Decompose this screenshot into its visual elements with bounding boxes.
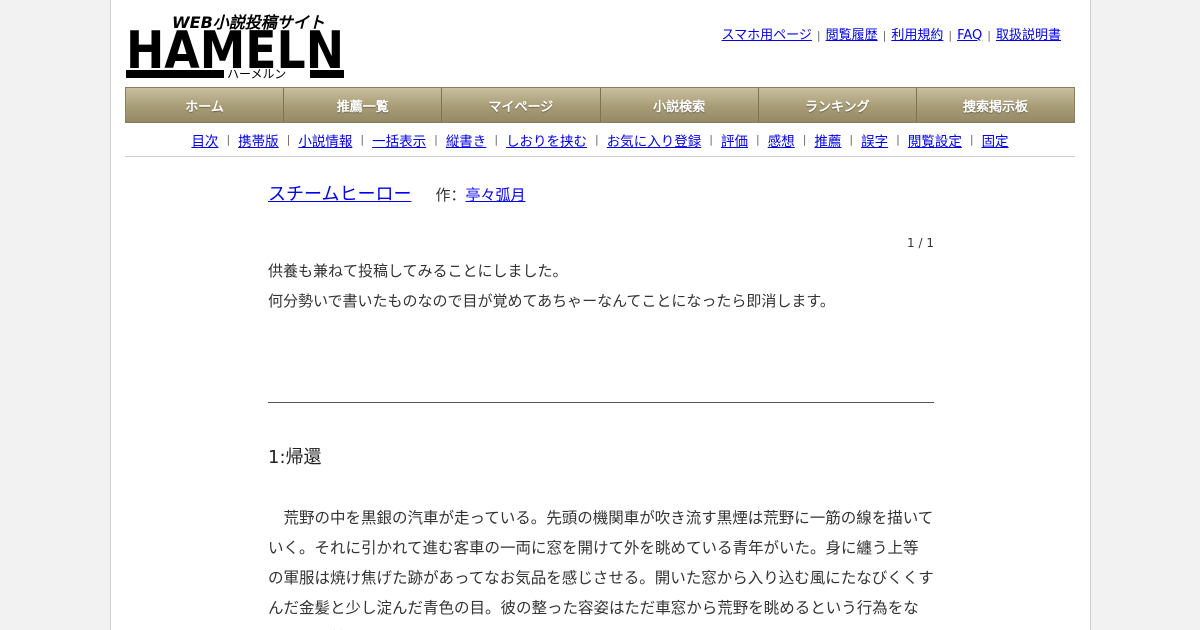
title-row: スチームヒーロー 作： 亭々弧月: [268, 180, 934, 216]
subnav-show-all[interactable]: 一括表示: [372, 130, 426, 150]
subnav-vertical[interactable]: 縦書き: [446, 130, 487, 150]
subnav-typo[interactable]: 誤字: [861, 130, 888, 150]
page-count: 1 / 1: [907, 236, 934, 250]
page-container: WEB小説投稿サイト HAMELN ハーメルン スマホ用ページ | 閲覧履歴 | 利用規…: [110, 0, 1091, 630]
chapter-body: 荒野の中を黒銀の汽車が走っている。先頭の機関車が吹き流す黒煙は荒野に一筋の線を描…: [268, 503, 934, 630]
main-nav: ホーム 推薦一覧 マイページ 小説検索 ランキング 捜索掲示板: [125, 87, 1075, 123]
chapter-title: 1:帰還: [268, 447, 322, 468]
subnav-comments[interactable]: 感想: [768, 130, 795, 150]
subnav-mobile[interactable]: 携帯版: [238, 130, 279, 150]
sub-nav: 目次 | 携帯版 | 小説情報 | 一括表示 | 縦書き | しおりを挟む | お気に入り登…: [125, 123, 1075, 157]
subnav-recommend[interactable]: 推薦: [814, 130, 841, 150]
preface: 供養も兼ねて投稿してみることにしました。 何分勢いで書いたものなので目が覚めてあ…: [268, 256, 934, 316]
link-terms[interactable]: 利用規約: [891, 28, 943, 43]
preface-line: 供養も兼ねて投稿してみることにしました。: [268, 262, 568, 280]
subnav-pin[interactable]: 固定: [982, 130, 1009, 150]
subnav-bookmark[interactable]: しおりを挟む: [506, 130, 587, 150]
link-smartphone-page[interactable]: スマホ用ページ: [722, 28, 812, 43]
logo-kana: ハーメルン: [227, 67, 286, 80]
body-paragraph: 荒野の中を黒銀の汽車が走っている。先頭の機関車が吹き流す黒煙は荒野に一筋の線を描…: [268, 509, 934, 630]
top-links: スマホ用ページ | 閲覧履歴 | 利用規約 | FAQ | 取扱説明書: [721, 28, 1061, 43]
subnav-toc[interactable]: 目次: [191, 130, 218, 150]
nav-novel-search[interactable]: 小説検索: [600, 88, 759, 122]
nav-ranking[interactable]: ランキング: [758, 88, 917, 122]
link-history[interactable]: 閲覧履歴: [826, 28, 878, 43]
nav-recommendations[interactable]: 推薦一覧: [284, 88, 443, 122]
nav-search-board[interactable]: 捜索掲示板: [916, 88, 1075, 122]
divider: [268, 402, 934, 403]
link-faq[interactable]: FAQ: [957, 28, 982, 43]
preface-line: 何分勢いで書いたものなので目が覚めてあちゃーなんてことになったら即消します。: [268, 292, 835, 310]
novel-title[interactable]: スチームヒーロー: [268, 180, 411, 206]
nav-mypage[interactable]: マイページ: [442, 88, 601, 122]
author-name[interactable]: 亭々弧月: [465, 184, 525, 205]
nav-home[interactable]: ホーム: [126, 88, 285, 122]
subnav-view-settings[interactable]: 閲覧設定: [908, 130, 962, 150]
subnav-favorite[interactable]: お気に入り登録: [607, 130, 702, 150]
subnav-novel-info[interactable]: 小説情報: [298, 130, 352, 150]
novel-content: スチームヒーロー 作： 亭々弧月 1 / 1 供養も兼ねて投稿してみることにしま…: [268, 180, 934, 630]
hameln-logo[interactable]: WEB小説投稿サイト HAMELN ハーメルン: [126, 10, 346, 81]
link-manual[interactable]: 取扱説明書: [996, 28, 1061, 43]
author-label: 作：: [435, 186, 466, 204]
subnav-rating[interactable]: 評価: [721, 130, 748, 150]
